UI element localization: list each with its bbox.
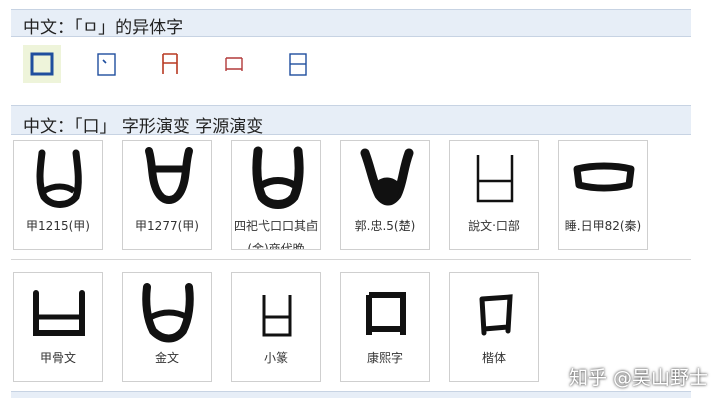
kou-variant-3-icon [162,53,178,74]
glyph-card-label: 說文‧口部 [468,219,520,233]
kangxi-kou-icon [366,292,406,335]
regular-script-kou-icon [479,294,513,336]
glyph-card[interactable]: 說文‧口部 [449,140,539,250]
oracle-bone-kou-icon [33,290,85,336]
variant-glyph-5[interactable] [279,45,317,83]
variants-section-header: 中文：「ㅁ」的异体字 [11,9,691,38]
glyph-card[interactable]: 楷体 [449,272,539,382]
oracle-kou-glyph-icon [145,147,193,204]
variant-glyph-2[interactable] [87,45,125,83]
bronze-kou-glyph-icon [252,146,304,209]
small-seal-kou-icon [262,295,292,337]
zhihu-watermark: 知乎 @吴山野士 [568,367,708,389]
variant-glyph-list [11,37,691,92]
bronze-script-kou-icon [142,283,194,343]
glyph-card[interactable]: 甲1215(甲) [13,140,103,250]
kou-variant-4-icon [225,57,243,71]
glyph-card[interactable]: 康熙字 [340,272,430,382]
qin-kou-glyph-icon [573,162,635,192]
variant-glyph-1[interactable] [23,45,61,83]
row-divider [11,259,691,260]
section-footer-bar [11,391,691,398]
glyph-card-label: 楷体 [481,351,506,365]
kou-variant-5-icon [289,53,307,76]
variants-section-title: 中文：「ㅁ」的异体字 [23,18,184,38]
evolution-section-header: 中文：「口」 字形演变 字源演变 [11,105,691,137]
variant-glyph-3[interactable] [151,45,189,83]
glyph-card-label: 金文 [154,351,179,365]
oracle-kou-glyph-icon [36,149,82,208]
glyph-card-label: 甲骨文 [39,351,76,365]
glyph-card[interactable]: 甲骨文 [13,272,103,382]
glyph-card[interactable]: 睡.日甲82(秦) [558,140,648,250]
glyph-card[interactable]: 郭.忠.5(楚) [340,140,430,250]
glyph-card[interactable]: 甲1277(甲) [122,140,212,250]
evolution-section-title: 中文：「口」 字形演变 字源演变 [23,117,264,137]
glyph-card-label: 小篆 [263,351,288,365]
glyph-card-label: 康熙字 [366,351,403,365]
glyph-card-label: 甲1215(甲) [26,219,90,233]
variant-glyph-4[interactable] [215,45,253,83]
chu-kou-glyph-icon [360,148,414,206]
glyph-card-label: 甲1277(甲) [135,219,199,233]
seal-kou-glyph-icon [476,155,514,203]
kou-variant-2-icon [97,53,116,76]
glyph-card-label: 郭.忠.5(楚) [354,219,416,233]
glyph-card-label: 睡.日甲82(秦) [564,219,642,233]
glyph-card[interactable]: 小篆 [231,272,321,382]
glyph-card-label: 四祀弋口口其卣(金)商代晚 [234,219,319,250]
glyph-card[interactable]: 金文 [122,272,212,382]
kou-variant-1-icon [30,52,54,76]
glyph-card[interactable]: 四祀弋口口其卣(金)商代晚 [231,140,321,250]
